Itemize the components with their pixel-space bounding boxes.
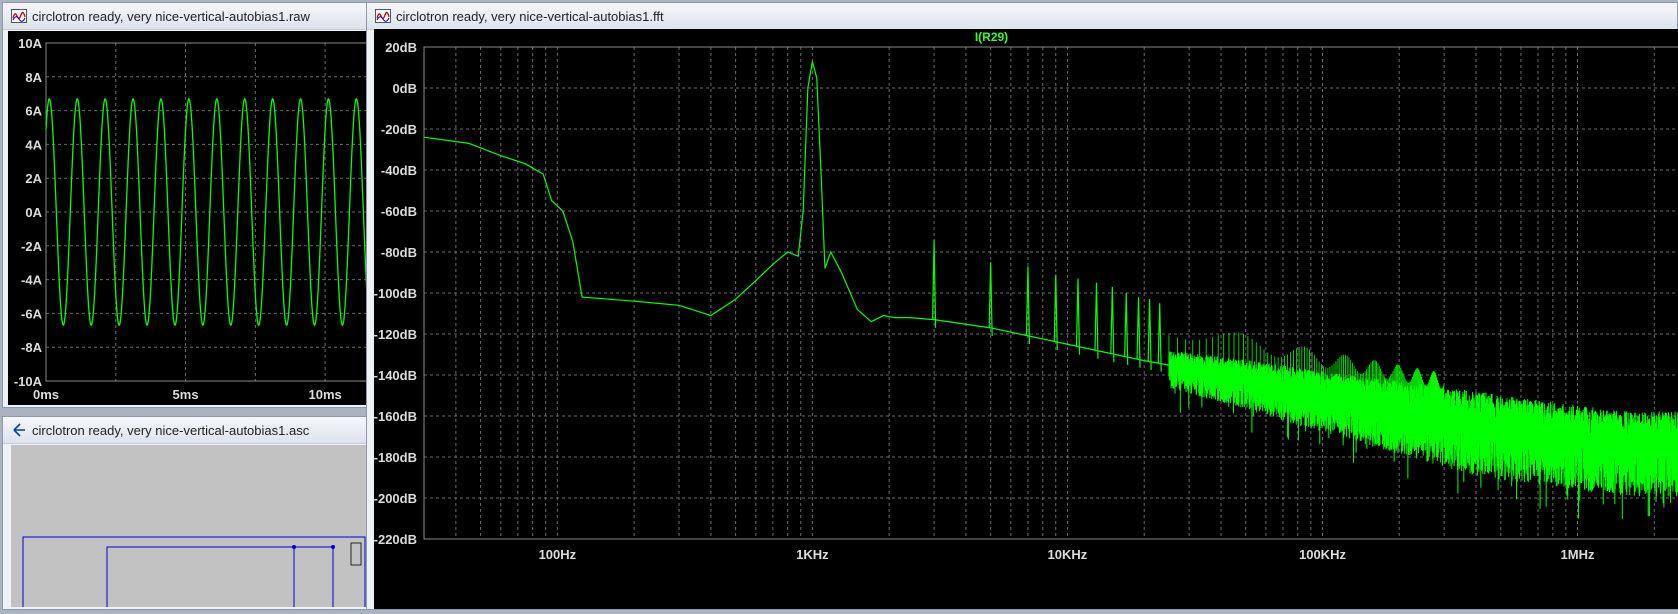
waveform-icon	[11, 9, 27, 23]
raw-x-tick-label: 10ms	[309, 387, 342, 402]
fft-trace-label[interactable]: I(R29)	[975, 30, 1008, 44]
fft-plot-area[interactable]: 20dB 0dB -20dB -40dB -60dB -80dB -100dB -120dB -…	[374, 29, 1678, 609]
fft-window-titlebar[interactable]: circlotron ready, very nice-vertical-aut…	[367, 3, 1677, 30]
fft-x-tick-label: 1KHz	[796, 547, 829, 562]
fft-y-tick-label: 0dB	[392, 81, 417, 96]
raw-y-tick-label: 10A	[18, 36, 42, 51]
fft-harmonic-spike	[1124, 292, 1129, 366]
schematic-drawing[interactable]	[11, 445, 367, 614]
fft-harmonic-spike	[1094, 282, 1099, 359]
raw-y-tick-label: -6A	[21, 306, 43, 321]
fft-harmonic-spike	[1136, 297, 1141, 368]
fft-y-tick-label: -120dB	[374, 327, 417, 342]
fft-window[interactable]: circlotron ready, very nice-vertical-aut…	[366, 2, 1678, 610]
raw-y-tick-label: -4A	[21, 273, 43, 288]
fft-harmonic-spike	[1157, 303, 1162, 372]
raw-window-titlebar[interactable]: circlotron ready, very nice-vertical-aut…	[3, 3, 367, 30]
raw-y-tick-label: -8A	[21, 340, 43, 355]
raw-y-tick-label: 4A	[25, 137, 42, 152]
fft-harmonic-spike	[1075, 278, 1081, 355]
fft-y-tick-label: -40dB	[381, 163, 417, 178]
fft-spectrum-plot[interactable]: 20dB 0dB -20dB -40dB -60dB -80dB -100dB -120dB -…	[374, 29, 1678, 609]
fft-y-tick-label: -160dB	[374, 409, 417, 424]
schematic-canvas[interactable]	[11, 445, 367, 614]
fft-y-tick-label: -100dB	[374, 286, 417, 301]
schematic-icon	[13, 423, 25, 437]
waveform-icon	[375, 9, 391, 23]
fft-x-tick-label: 1MHz	[1561, 547, 1595, 562]
raw-y-tick-label: 0A	[25, 205, 42, 220]
raw-plot-area[interactable]: 10A 8A 6A 4A 2A 0A -2A -4A -6A -8A -10A 0ms 5ms 10ms	[8, 31, 368, 405]
fft-y-tick-label: -220dB	[374, 532, 417, 547]
raw-y-tick-label: 8A	[25, 70, 42, 85]
raw-waveform-plot[interactable]: 10A8A6A4A2A0A-2A-4A-6A-8A-10A0ms 5ms 10ms	[8, 31, 368, 405]
raw-window-title: circlotron ready, very nice-vertical-aut…	[32, 8, 310, 24]
fft-y-tick-label: 20dB	[385, 40, 417, 55]
raw-waveform-window[interactable]: circlotron ready, very nice-vertical-aut…	[2, 2, 368, 408]
fft-y-tick-label: -80dB	[381, 245, 417, 260]
raw-y-tick-label: 2A	[25, 171, 42, 186]
raw-x-tick-label: 0ms	[33, 387, 59, 402]
schematic-window-titlebar[interactable]: circlotron ready, very nice-vertical-aut…	[3, 417, 367, 444]
fft-y-tick-label: -140dB	[374, 368, 417, 383]
schematic-window-title: circlotron ready, very nice-vertical-aut…	[32, 422, 310, 438]
fft-x-tick-label: 10KHz	[1048, 547, 1088, 562]
fft-y-tick-label: -200dB	[374, 491, 417, 506]
fft-y-tick-label: -180dB	[374, 450, 417, 465]
fft-y-tick-label: -20dB	[381, 122, 417, 137]
fft-x-tick-label: 100KHz	[1299, 547, 1346, 562]
raw-y-tick-label: -2A	[21, 239, 43, 254]
fft-window-title: circlotron ready, very nice-vertical-aut…	[396, 8, 664, 24]
raw-y-tick-label: 6A	[25, 104, 42, 119]
fft-y-tick-label: -60dB	[381, 204, 417, 219]
fft-harmonic-spike	[1147, 299, 1152, 370]
fft-harmonic-spike	[1110, 286, 1115, 363]
fft-x-tick-label: 100Hz	[539, 547, 577, 562]
schematic-window[interactable]: circlotron ready, very nice-vertical-aut…	[2, 416, 368, 614]
raw-x-tick-label: 5ms	[173, 387, 199, 402]
fft-trace-line	[423, 61, 1678, 446]
